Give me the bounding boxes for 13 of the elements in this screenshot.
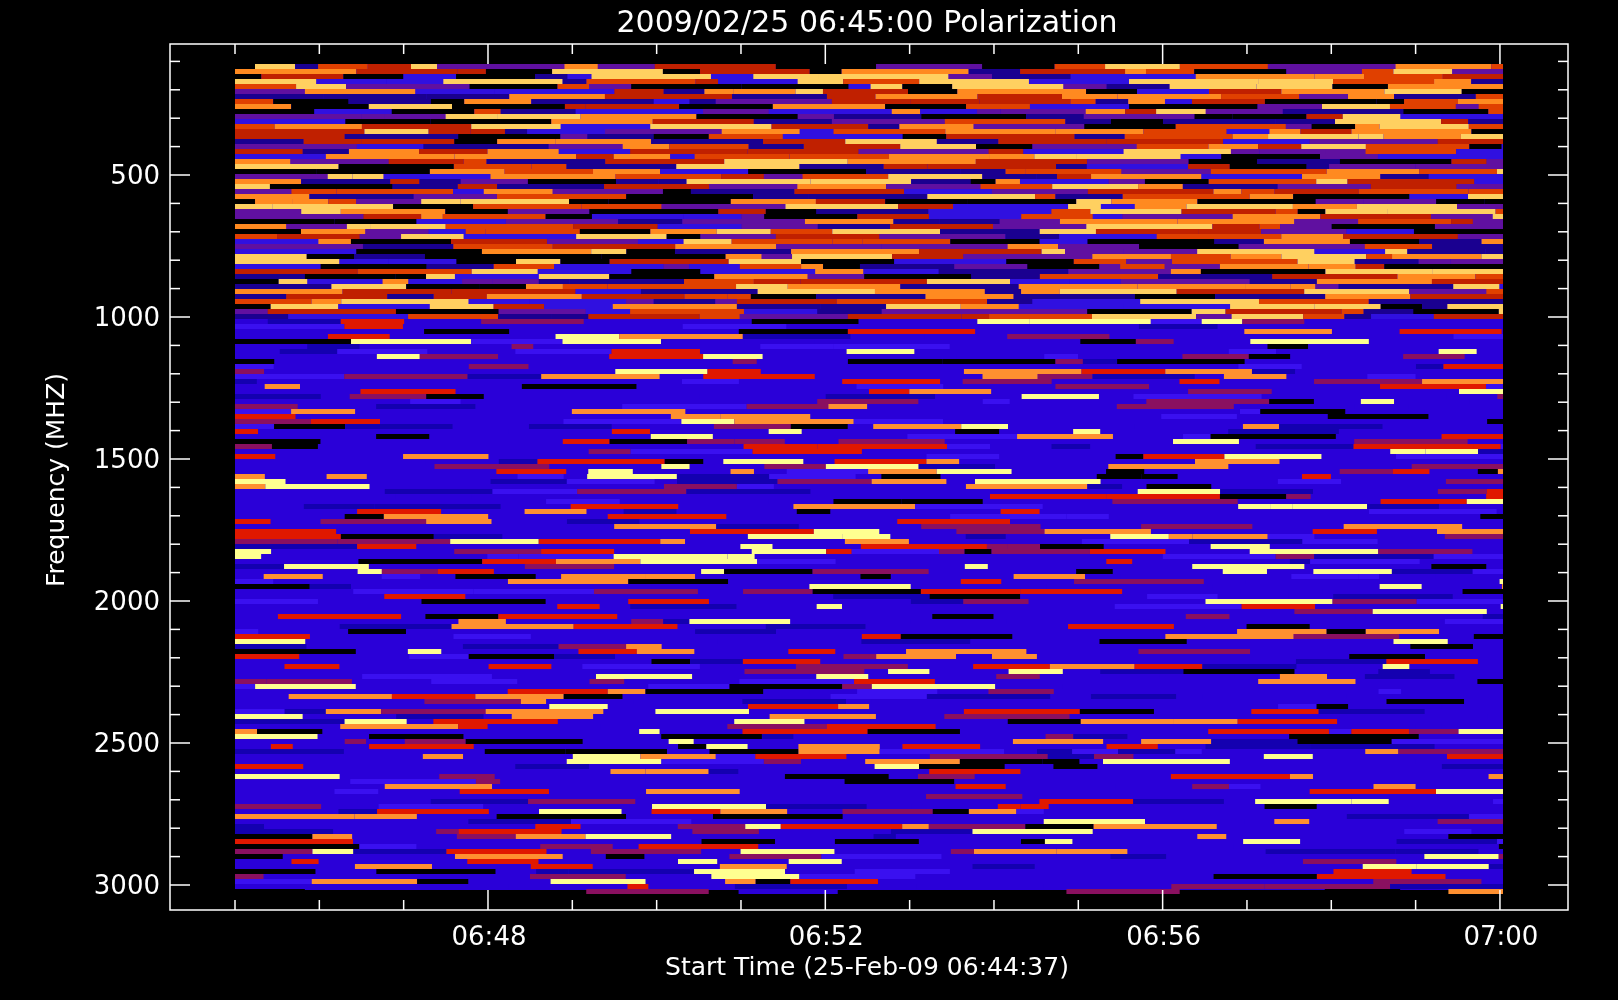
y-tick-label: 2000 xyxy=(93,586,160,616)
x-tick-label: 07:00 xyxy=(1463,921,1539,951)
y-tick-label: 1000 xyxy=(93,302,160,332)
y-tick-label: 2500 xyxy=(93,728,160,758)
x-axis-label: Start Time (25-Feb-09 06:44:37) xyxy=(665,952,1069,981)
y-axis-label: Frequency (MHZ) xyxy=(41,372,70,588)
x-tick-label: 06:52 xyxy=(788,921,864,951)
x-tick-label: 06:56 xyxy=(1126,921,1202,951)
y-tick-label: 3000 xyxy=(93,870,160,900)
chart-title: 2009/02/25 06:45:00 Polarization xyxy=(616,4,1118,39)
y-tick-label: 1500 xyxy=(93,444,160,474)
x-tick-label: 06:48 xyxy=(451,921,527,951)
y-tick-label: 500 xyxy=(110,160,160,190)
